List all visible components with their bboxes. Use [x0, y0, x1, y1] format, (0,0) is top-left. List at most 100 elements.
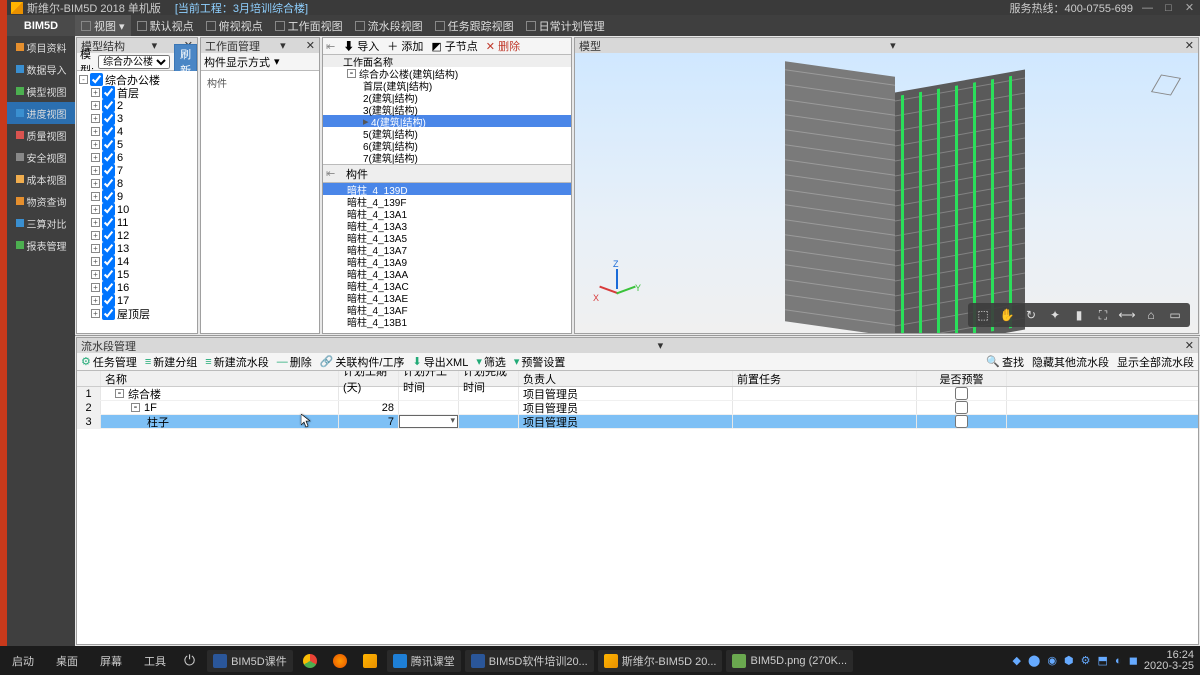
component-item[interactable]: 暗柱_4_13B1 — [323, 315, 571, 327]
child-button[interactable]: ◩ 子节点 — [431, 38, 477, 54]
flow-tbr-1[interactable]: 隐藏其他流水段 — [1032, 354, 1109, 370]
taskbar-app[interactable] — [297, 650, 323, 672]
viewport-tool-5[interactable]: ⛶ — [1092, 303, 1114, 327]
workface-item[interactable]: 6(建筑|结构) — [323, 139, 571, 151]
tree-node[interactable]: +2 — [79, 99, 195, 112]
warn-checkbox[interactable] — [955, 401, 968, 414]
flow-tb-6[interactable]: ▾ 筛选 — [476, 354, 506, 370]
menu-2[interactable]: 俯视视点 — [200, 15, 269, 36]
brand-tab[interactable]: BIM5D — [7, 15, 75, 36]
flow-tbr-0[interactable]: 🔍 查找 — [986, 354, 1024, 370]
col-duration[interactable]: 计划工期(天) — [339, 371, 399, 386]
axis-gizmo[interactable]: Z X Y — [595, 269, 641, 315]
minimize-button[interactable]: — — [1141, 1, 1154, 14]
tree-node[interactable]: +屋顶层 — [79, 307, 195, 320]
power-icon[interactable]: ⏻ — [184, 652, 195, 669]
nav-项目资料[interactable]: 项目资料 — [7, 36, 75, 58]
taskbar-menu[interactable]: 屏幕 — [94, 650, 128, 672]
workface-item[interactable]: 7(建筑|结构) — [323, 151, 571, 163]
workface-item[interactable]: 2(建筑|结构) — [323, 91, 571, 103]
viewport-tool-7[interactable]: ⌂ — [1140, 303, 1162, 327]
nav-物资查询[interactable]: 物资查询 — [7, 190, 75, 212]
tree-node[interactable]: +8 — [79, 177, 195, 190]
nav-安全视图[interactable]: 安全视图 — [7, 146, 75, 168]
col-warn[interactable]: 是否预警 — [917, 371, 1007, 386]
maximize-button[interactable]: □ — [1162, 1, 1175, 14]
nav-报表管理[interactable]: 报表管理 — [7, 234, 75, 256]
col-pre[interactable]: 前置任务 — [733, 371, 917, 386]
viewport-tool-8[interactable]: ▭ — [1164, 303, 1186, 327]
tree-node[interactable]: +13 — [79, 242, 195, 255]
close-button[interactable]: ✕ — [1183, 1, 1196, 14]
col-name[interactable]: 名称 — [101, 371, 339, 386]
tree-node[interactable]: +6 — [79, 151, 195, 164]
tree-node[interactable]: +10 — [79, 203, 195, 216]
flow-tb-7[interactable]: ▾ 预警设置 — [514, 354, 566, 370]
model-select[interactable]: 综合办公楼 — [98, 55, 170, 69]
nav-三算对比[interactable]: 三算对比 — [7, 212, 75, 234]
viewport-tool-0[interactable]: ⬚ — [972, 303, 994, 327]
nav-模型视图[interactable]: 模型视图 — [7, 80, 75, 102]
delete-button[interactable]: ✕ 删除 — [486, 38, 520, 54]
pin-icon[interactable]: ▾ — [890, 39, 896, 52]
flow-tb-4[interactable]: 🔗 关联构件/工序 — [320, 354, 405, 370]
collapse-icon[interactable]: ⇤ — [326, 40, 335, 53]
pin-icon[interactable]: ▾ — [152, 39, 158, 52]
tree-node[interactable]: +5 — [79, 138, 195, 151]
pin-icon[interactable]: ▾ — [280, 39, 286, 52]
taskbar-app[interactable]: BIM5D.png (270K... — [726, 650, 853, 672]
flow-tb-1[interactable]: ≡ 新建分组 — [145, 354, 197, 370]
viewport-tool-1[interactable]: ✋ — [996, 303, 1018, 327]
menu-3[interactable]: 工作面视图 — [269, 15, 349, 36]
panel-close-icon[interactable]: ✕ — [1185, 339, 1194, 352]
view-cube[interactable] — [1150, 69, 1184, 103]
taskbar-app[interactable]: BIM5D软件培训20... — [465, 650, 594, 672]
import-button[interactable]: ⬇ 导入 — [343, 38, 379, 54]
workface-item[interactable]: ▸4(建筑|结构) — [323, 115, 571, 127]
grid-row[interactable]: 2-1F28项目管理员 — [77, 401, 1198, 415]
tree-node[interactable]: +12 — [79, 229, 195, 242]
flow-tb-0[interactable]: ⚙ 任务管理 — [81, 354, 137, 370]
menu-1[interactable]: 默认视点 — [131, 15, 200, 36]
collapse-icon[interactable]: ⇤ — [326, 167, 335, 180]
tree-node[interactable]: +11 — [79, 216, 195, 229]
workface-item[interactable]: 首层(建筑|结构) — [323, 79, 571, 91]
col-owner[interactable]: 负责人 — [519, 371, 733, 386]
add-button[interactable]: ＋ 添加 — [387, 38, 423, 54]
viewport-tool-2[interactable]: ↻ — [1020, 303, 1042, 327]
nav-进度视图[interactable]: 进度视图 — [7, 102, 75, 124]
taskbar-menu[interactable]: 桌面 — [50, 650, 84, 672]
flow-tb-2[interactable]: ≡ 新建流水段 — [205, 354, 268, 370]
taskbar-menu[interactable]: 启动 — [6, 650, 40, 672]
flow-tb-5[interactable]: ⬇ 导出XML — [412, 354, 468, 370]
tree-node[interactable]: +9 — [79, 190, 195, 203]
warn-checkbox[interactable] — [955, 415, 968, 428]
pin-icon[interactable]: ▾ — [658, 339, 664, 352]
tree-node[interactable]: +15 — [79, 268, 195, 281]
viewport-tool-3[interactable]: ✦ — [1044, 303, 1066, 327]
menu-6[interactable]: 日常计划管理 — [520, 15, 611, 36]
menu-0[interactable]: 视图 ▾ — [75, 15, 131, 36]
viewport-tool-4[interactable]: ▮ — [1068, 303, 1090, 327]
panel-close-icon[interactable]: ✕ — [1185, 39, 1194, 52]
tree-node[interactable]: +3 — [79, 112, 195, 125]
warn-checkbox[interactable] — [955, 387, 968, 400]
taskbar-app[interactable] — [357, 650, 383, 672]
taskbar-app[interactable]: 斯维尔-BIM5D 20... — [598, 650, 723, 672]
taskbar-app[interactable] — [327, 650, 353, 672]
nav-数据导入[interactable]: 数据导入 — [7, 58, 75, 80]
nav-成本视图[interactable]: 成本视图 — [7, 168, 75, 190]
workface-item[interactable]: 5(建筑|结构) — [323, 127, 571, 139]
nav-质量视图[interactable]: 质量视图 — [7, 124, 75, 146]
model-viewport[interactable]: Z X Y ⬚✋↻✦▮⛶⟷⌂▭ — [575, 53, 1198, 333]
tree-node[interactable]: +首层 — [79, 86, 195, 99]
start-date-combo[interactable] — [399, 415, 458, 428]
flow-tb-3[interactable]: — 删除 — [277, 354, 312, 370]
tree-node[interactable]: +16 — [79, 281, 195, 294]
tray-icons[interactable]: ◆ ⬤ ◉ ⬢ ⚙ ⬒ ◐ ◼ — [1012, 654, 1139, 667]
taskbar-clock[interactable]: 16:24 2020-3-25 — [1144, 650, 1194, 672]
grid-row[interactable]: 3柱子7项目管理员 — [77, 415, 1198, 429]
dropdown-icon[interactable]: ▾ — [274, 55, 280, 68]
tree-node[interactable]: +4 — [79, 125, 195, 138]
workface-item[interactable]: 3(建筑|结构) — [323, 103, 571, 115]
